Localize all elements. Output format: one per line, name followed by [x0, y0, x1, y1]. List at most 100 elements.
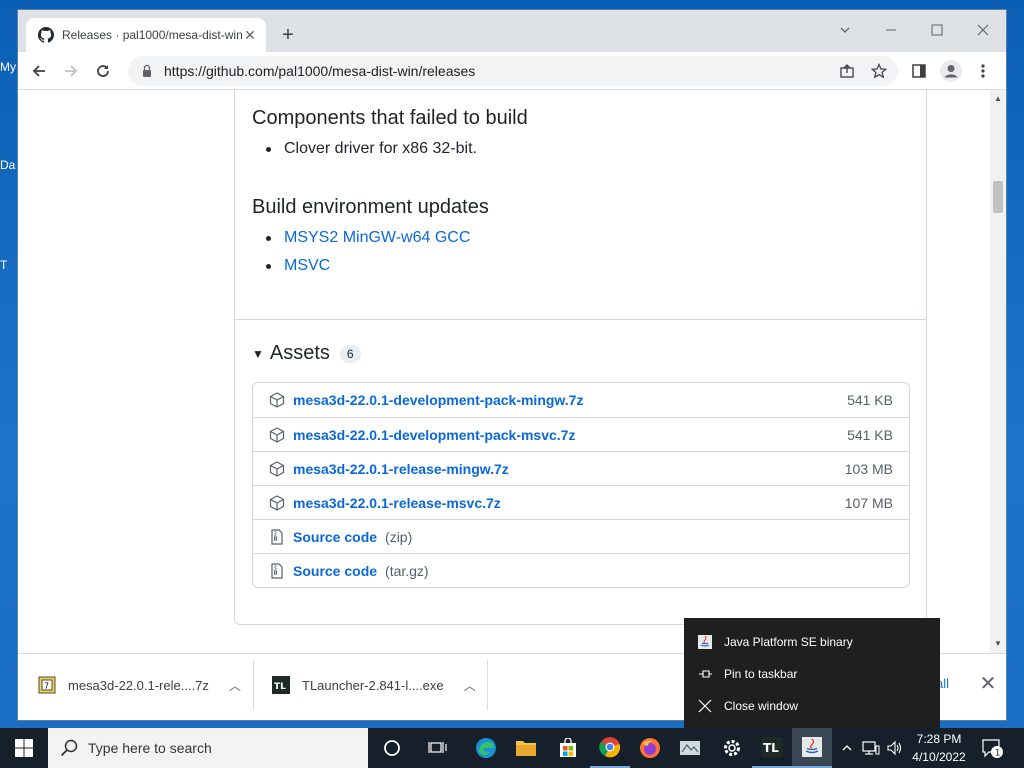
java-icon	[696, 633, 714, 651]
tab-search-icon[interactable]	[822, 16, 868, 44]
asset-row[interactable]: Source code (zip)	[253, 519, 909, 553]
pin-to-taskbar-item[interactable]: Pin to taskbar	[684, 658, 940, 690]
asset-row[interactable]: mesa3d-22.0.1-release-msvc.7z 107 MB	[253, 485, 909, 519]
cortana-circle-icon	[384, 740, 400, 756]
asset-row[interactable]: mesa3d-22.0.1-development-pack-mingw.7z …	[253, 383, 909, 417]
tlauncher-icon: TL	[761, 737, 783, 757]
assets-list: mesa3d-22.0.1-development-pack-mingw.7z …	[252, 382, 910, 588]
scroll-down-icon[interactable]: ▼	[994, 640, 1002, 648]
notification-icon: 1	[982, 739, 1003, 759]
asset-size: 541 KB	[847, 392, 893, 408]
volume-icon[interactable]	[884, 728, 906, 768]
build-env-heading: Build environment updates	[252, 196, 489, 218]
url-text[interactable]: https://github.com/pal1000/mesa-dist-win…	[164, 63, 475, 79]
asset-link[interactable]: mesa3d-22.0.1-release-msvc.7z	[293, 495, 501, 511]
minimize-button[interactable]	[868, 16, 914, 44]
show-hidden-icons-button[interactable]	[838, 728, 856, 768]
asset-link[interactable]: Source code	[293, 529, 377, 545]
task-view-button[interactable]	[418, 728, 458, 768]
file-zip-icon	[271, 562, 283, 579]
failed-components-heading: Components that failed to build	[252, 107, 528, 129]
asset-link[interactable]: Source code	[293, 563, 377, 579]
package-icon	[269, 494, 285, 511]
page-scrollbar[interactable]: ▲ ▼	[990, 90, 1006, 653]
tab-title: Releases · pal1000/mesa-dist-win	[62, 28, 242, 42]
chevron-up-icon[interactable]: ︿	[464, 677, 476, 694]
taskbar-java[interactable]	[792, 728, 832, 768]
edge-icon	[476, 738, 496, 758]
search-icon	[60, 739, 78, 757]
clock-time: 7:28 PM	[916, 732, 962, 746]
asset-link[interactable]: mesa3d-22.0.1-development-pack-msvc.7z	[293, 427, 575, 443]
assets-heading: Assets	[269, 342, 330, 364]
notification-count: 1	[995, 749, 1001, 759]
chevron-up-icon[interactable]: ︿	[229, 677, 241, 694]
taskbar-clock[interactable]: 7:28 PM 4/10/2022	[908, 730, 970, 766]
profile-avatar[interactable]	[938, 58, 964, 84]
svg-text:TL: TL	[763, 741, 779, 755]
side-panel-icon[interactable]	[906, 58, 932, 84]
taskbar-settings[interactable]	[712, 728, 752, 768]
taskbar-tlauncher[interactable]: TL	[752, 728, 792, 768]
taskbar-chrome[interactable]	[590, 728, 630, 768]
maximize-button[interactable]	[914, 16, 960, 44]
asset-row[interactable]: Source code (tar.gz)	[253, 553, 909, 587]
windows-logo-icon	[15, 739, 33, 757]
taskbar-firefox[interactable]	[630, 728, 670, 768]
menu-kebab-icon[interactable]	[970, 58, 996, 84]
download-item[interactable]: 7 mesa3d-22.0.1-rele....7z ︿	[18, 660, 254, 710]
download-filename: TLauncher-2.841-l....exe	[302, 677, 444, 693]
close-window-button[interactable]	[960, 16, 1006, 44]
asset-link[interactable]: mesa3d-22.0.1-release-mingw.7z	[293, 461, 509, 477]
taskbar-file-explorer[interactable]	[506, 728, 546, 768]
desktop-icon-label[interactable]: My	[0, 60, 18, 74]
asset-link[interactable]: mesa3d-22.0.1-development-pack-mingw.7z	[293, 392, 583, 408]
package-icon	[269, 460, 285, 477]
share-icon[interactable]	[834, 58, 860, 84]
close-icon	[696, 697, 714, 715]
package-icon	[269, 426, 285, 443]
action-center-button[interactable]: 1	[980, 736, 1004, 760]
cortana-button[interactable]	[372, 728, 412, 768]
assets-toggle[interactable]: ▼ Assets 6	[252, 342, 361, 365]
taskbar-store[interactable]	[548, 728, 588, 768]
close-download-bar-icon[interactable]: ✕	[976, 672, 1000, 696]
store-bag-icon	[560, 738, 576, 757]
scroll-up-icon[interactable]: ▲	[994, 95, 1002, 103]
link-msvc[interactable]: MSVC	[252, 252, 470, 280]
desktop-icon-label[interactable]: Da	[0, 158, 18, 172]
back-button[interactable]	[26, 58, 52, 84]
close-window-item[interactable]: Close window	[684, 690, 940, 722]
jumplist-app-item[interactable]: Java Platform SE binary	[684, 626, 940, 658]
start-button[interactable]	[0, 728, 48, 768]
github-icon	[38, 27, 54, 43]
chrome-icon	[599, 737, 621, 758]
asset-row[interactable]: mesa3d-22.0.1-release-mingw.7z 103 MB	[253, 451, 909, 485]
scrollbar-thumb[interactable]	[993, 181, 1003, 213]
new-tab-button[interactable]: +	[276, 24, 300, 48]
link-msys2[interactable]: MSYS2 MinGW-w64 GCC	[252, 224, 470, 252]
tab-releases[interactable]: Releases · pal1000/mesa-dist-win ✕	[26, 18, 266, 52]
arrow-left-icon	[32, 65, 45, 77]
download-item[interactable]: TL TLauncher-2.841-l....exe ︿	[254, 660, 488, 710]
lock-icon[interactable]	[140, 64, 154, 78]
close-tab-icon[interactable]: ✕	[242, 27, 258, 43]
browser-toolbar: https://github.com/pal1000/mesa-dist-win…	[18, 52, 1006, 90]
address-bar[interactable]: https://github.com/pal1000/mesa-dist-win…	[128, 56, 898, 86]
tab-strip: Releases · pal1000/mesa-dist-win ✕ +	[18, 10, 1006, 52]
asset-size: 103 MB	[844, 460, 893, 477]
taskbar-edge[interactable]	[466, 728, 506, 768]
bookmark-star-icon[interactable]	[866, 58, 892, 84]
file-zip-icon	[271, 528, 283, 545]
reload-button[interactable]	[90, 58, 116, 84]
forward-button[interactable]	[58, 58, 84, 84]
asset-row[interactable]: mesa3d-22.0.1-development-pack-msvc.7z 5…	[253, 417, 909, 451]
network-icon[interactable]	[860, 728, 882, 768]
desktop-icon-label[interactable]: T	[0, 258, 18, 272]
taskbar-search-box[interactable]: Type here to search	[48, 728, 368, 768]
7z-file-icon: 7	[38, 676, 56, 694]
svg-text:TL: TL	[274, 682, 286, 692]
divider	[235, 319, 926, 320]
java-icon	[802, 737, 822, 757]
taskbar-control-panel[interactable]	[670, 728, 710, 768]
